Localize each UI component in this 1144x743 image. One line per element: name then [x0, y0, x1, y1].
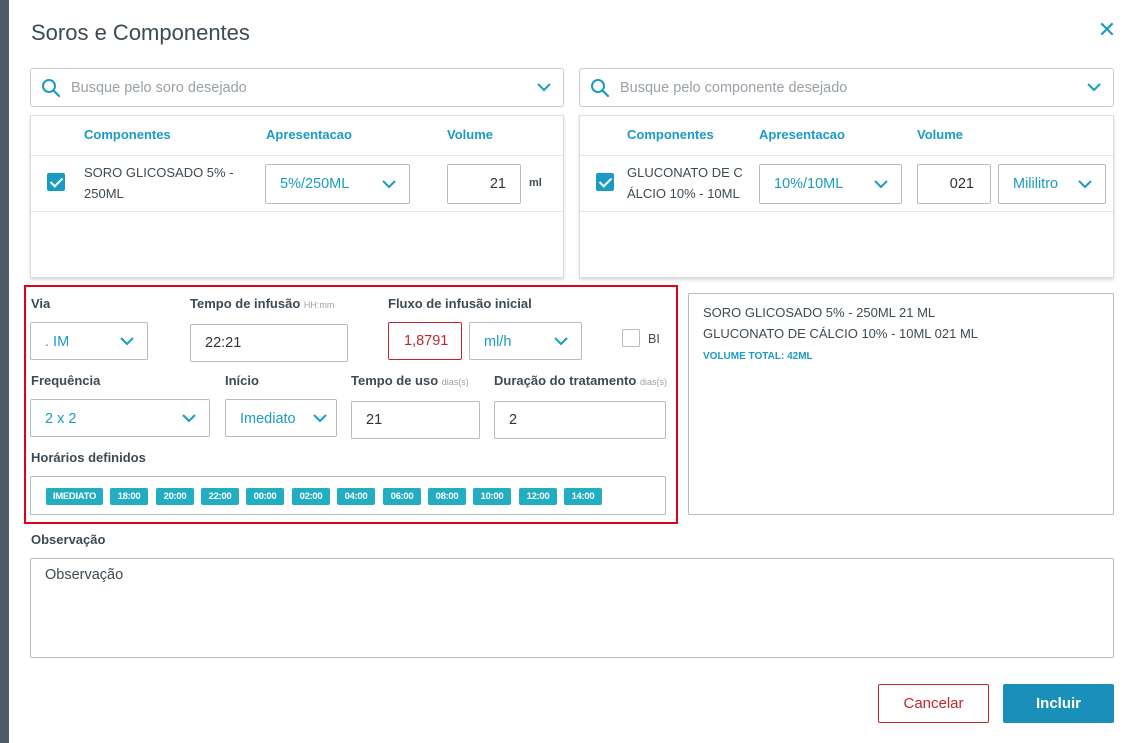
unit-select[interactable]: Mililitro: [998, 164, 1106, 204]
time-chip[interactable]: 14:00: [564, 488, 602, 505]
time-chip[interactable]: 22:00: [201, 488, 239, 505]
fluxo-unit-value: ml/h: [484, 334, 512, 350]
fluxo-label: Fluxo de infusão inicial: [388, 296, 532, 311]
tempo-uso-text: Tempo de uso: [351, 373, 439, 388]
componente-search-input[interactable]: Busque pelo componente desejado: [579, 68, 1114, 107]
componente-search-placeholder: Busque pelo componente desejado: [620, 80, 848, 96]
tempo-infusao-hint: HH:mm: [303, 300, 335, 310]
volume-input[interactable]: 21: [447, 164, 521, 204]
fluxo-unit-select[interactable]: ml/h: [469, 322, 582, 360]
background-overlay: [0, 0, 9, 743]
chevron-down-icon: [554, 337, 568, 346]
chevron-down-icon: [182, 414, 196, 423]
soro-search-placeholder: Busque pelo soro desejado: [71, 80, 247, 96]
volume-input[interactable]: 021: [917, 164, 991, 204]
col-componentes: Componentes: [84, 127, 171, 142]
col-apresentacao: Apresentacao: [759, 127, 845, 142]
col-volume: Volume: [447, 127, 493, 142]
table-row: SORO GLICOSADO 5% - 250ML 5%/250ML 21 ml: [31, 156, 563, 212]
table-header: Componentes Apresentacao Volume: [31, 116, 563, 156]
component-name: SORO GLICOSADO 5% - 250ML: [84, 162, 234, 204]
inicio-value: Imediato: [240, 411, 296, 427]
observacao-textarea[interactable]: [30, 558, 1114, 658]
incluir-button[interactable]: Incluir: [1003, 684, 1114, 723]
time-chip[interactable]: 02:00: [292, 488, 330, 505]
col-componentes: Componentes: [627, 127, 714, 142]
inicio-label: Início: [225, 373, 259, 388]
summary-line: GLUCONATO DE CÁLCIO 10% - 10ML 021 ML: [703, 326, 979, 341]
time-chip[interactable]: 00:00: [246, 488, 284, 505]
time-chip[interactable]: 10:00: [473, 488, 511, 505]
duracao-input[interactable]: 2: [494, 401, 666, 439]
horarios-box: IMEDIATO 18:00 20:00 22:00 00:00 02:00 0…: [30, 476, 666, 515]
unit-value: Mililitro: [1013, 176, 1059, 192]
presentation-value: 5%/250ML: [280, 176, 350, 192]
volume-unit: ml: [529, 177, 542, 189]
cancel-button[interactable]: Cancelar: [878, 684, 989, 723]
duracao-hint: dias(s): [639, 377, 667, 387]
time-chip[interactable]: 08:00: [428, 488, 466, 505]
tempo-uso-input[interactable]: 21: [351, 401, 480, 439]
componente-table: Componentes Apresentacao Volume GLUCONAT…: [579, 115, 1114, 278]
component-name-line1: SORO GLICOSADO 5% -: [84, 165, 234, 180]
row-checkbox[interactable]: [47, 173, 65, 191]
observacao-label: Observação: [31, 532, 106, 547]
soro-search-input[interactable]: Busque pelo soro desejado: [30, 68, 564, 107]
time-chip[interactable]: 04:00: [337, 488, 375, 505]
presentation-select[interactable]: 10%/10ML: [759, 164, 902, 204]
duracao-label: Duração do tratamento dias(s): [494, 373, 667, 388]
component-name: GLUCONATO DE C ÁLCIO 10% - 10ML: [627, 162, 743, 204]
fluxo-input[interactable]: 1,8791: [388, 322, 462, 360]
chevron-down-icon: [382, 180, 396, 189]
chevron-down-icon: [120, 337, 134, 346]
via-select[interactable]: . IM: [30, 322, 148, 360]
volume-total: VOLUME TOTAL: 42ML: [703, 351, 813, 362]
presentation-select[interactable]: 5%/250ML: [265, 164, 410, 204]
frequencia-select[interactable]: 2 x 2: [30, 399, 210, 437]
dialog-title: Soros e Componentes: [31, 20, 250, 45]
table-header: Componentes Apresentacao Volume: [580, 116, 1113, 156]
soro-table: Componentes Apresentacao Volume SORO GLI…: [30, 115, 564, 278]
search-icon: [591, 79, 610, 98]
time-chip[interactable]: 20:00: [156, 488, 194, 505]
search-icon: [42, 79, 61, 98]
presentation-value: 10%/10ML: [774, 176, 844, 192]
time-chip[interactable]: 18:00: [110, 488, 148, 505]
table-row: GLUCONATO DE C ÁLCIO 10% - 10ML 10%/10ML…: [580, 156, 1113, 212]
chevron-down-icon[interactable]: [537, 82, 551, 92]
component-name-line2: 250ML: [84, 186, 124, 201]
via-value: . IM: [45, 334, 70, 350]
tempo-uso-label: Tempo de uso dias(s): [351, 373, 469, 388]
summary-box: SORO GLICOSADO 5% - 250ML 21 ML GLUCONAT…: [688, 293, 1114, 515]
tempo-infusao-text: Tempo de infusão: [190, 296, 301, 311]
time-chip[interactable]: 12:00: [519, 488, 557, 505]
component-name-line1: GLUCONATO DE C: [627, 165, 743, 180]
chevron-down-icon[interactable]: [1087, 82, 1101, 92]
horarios-label: Horários definidos: [31, 450, 146, 465]
chevron-down-icon: [1078, 180, 1092, 189]
close-icon[interactable]: ✕: [1097, 18, 1117, 42]
col-apresentacao: Apresentacao: [266, 127, 352, 142]
bi-label: BI: [648, 332, 660, 346]
summary-line: SORO GLICOSADO 5% - 250ML 21 ML: [703, 305, 936, 320]
tempo-uso-hint: dias(s): [441, 377, 469, 387]
tempo-infusao-input[interactable]: 22:21: [190, 324, 348, 362]
tempo-infusao-label: Tempo de infusão HH:mm: [190, 296, 334, 311]
col-volume: Volume: [917, 127, 963, 142]
row-checkbox[interactable]: [596, 173, 614, 191]
soros-dialog: Soros e Componentes ✕ Busque pelo soro d…: [9, 0, 1144, 743]
duracao-text: Duração do tratamento: [494, 373, 637, 388]
bi-checkbox[interactable]: [622, 329, 640, 347]
via-label: Via: [31, 296, 51, 311]
time-chip-imediato[interactable]: IMEDIATO: [46, 488, 103, 505]
time-chip[interactable]: 06:00: [383, 488, 421, 505]
chevron-down-icon: [874, 180, 888, 189]
chevron-down-icon: [313, 414, 327, 423]
frequencia-label: Frequência: [31, 373, 101, 388]
inicio-select[interactable]: Imediato: [225, 399, 337, 437]
frequencia-value: 2 x 2: [45, 411, 77, 427]
component-name-line2: ÁLCIO 10% - 10ML: [627, 186, 740, 201]
